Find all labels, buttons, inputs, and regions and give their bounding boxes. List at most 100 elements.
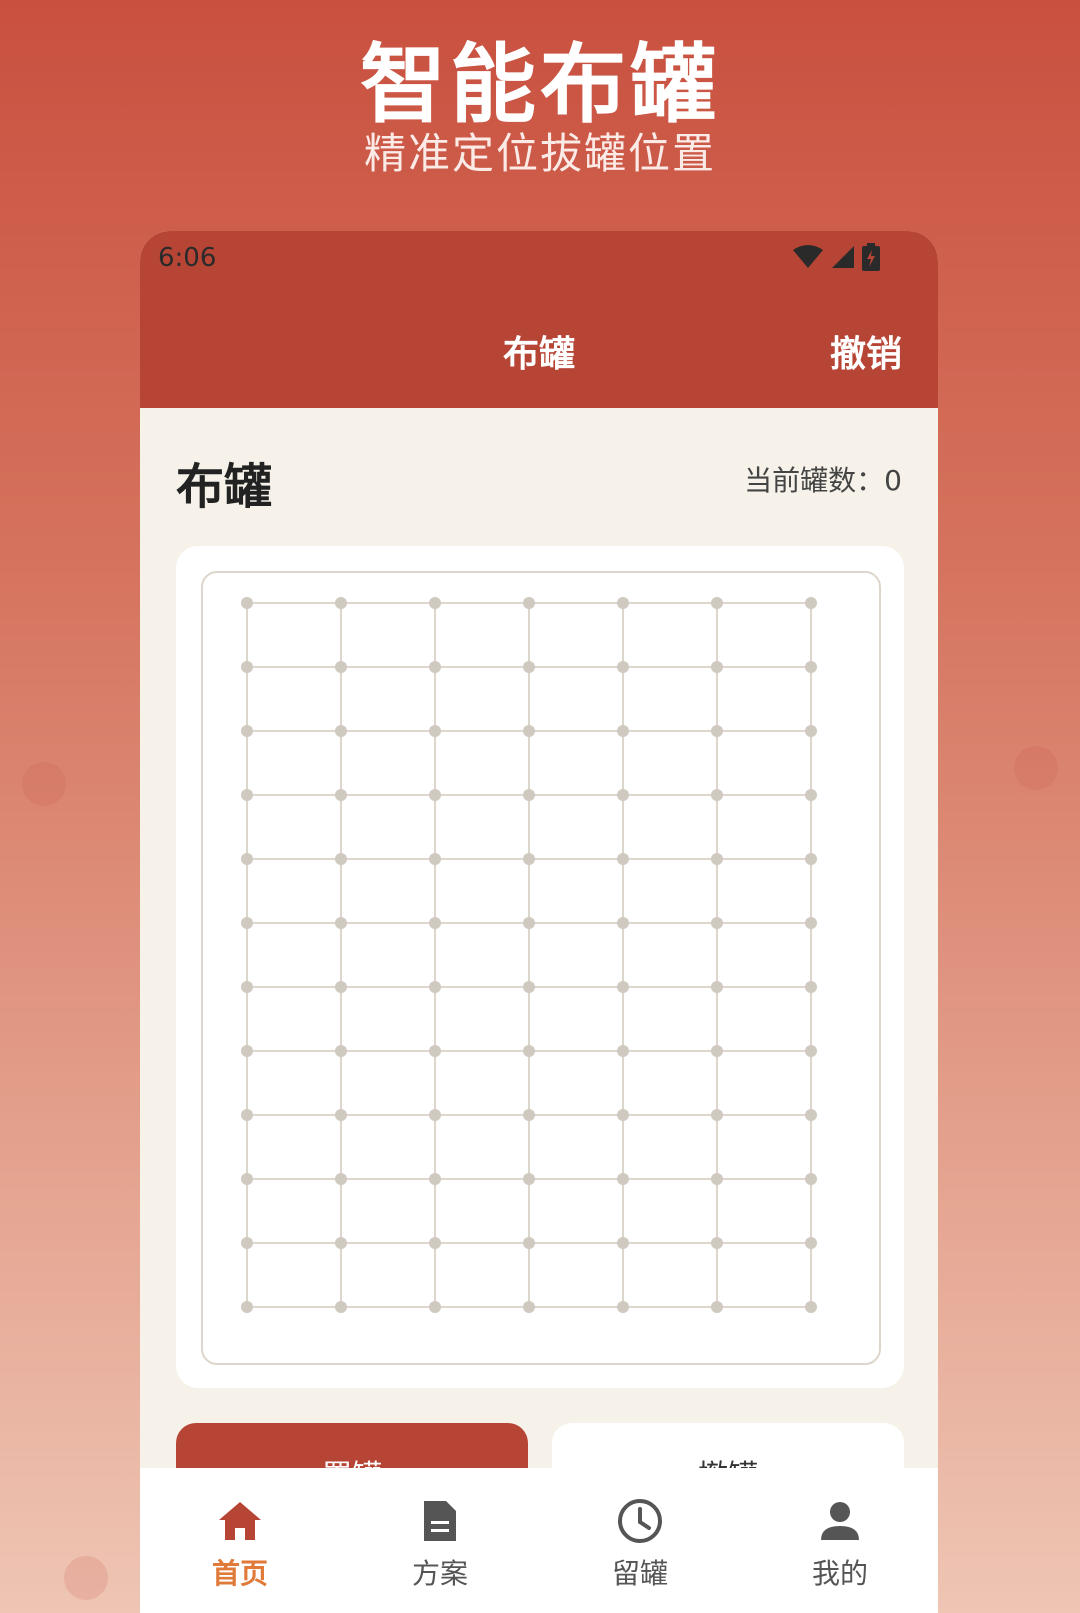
grid-point[interactable] xyxy=(429,661,441,673)
grid-point[interactable] xyxy=(617,1045,629,1057)
grid-point[interactable] xyxy=(335,981,347,993)
document-icon xyxy=(424,1501,456,1541)
grid-point[interactable] xyxy=(335,853,347,865)
grid-point[interactable] xyxy=(523,853,535,865)
grid-point[interactable] xyxy=(711,597,723,609)
grid-point[interactable] xyxy=(241,853,253,865)
grid-point[interactable] xyxy=(241,789,253,801)
grid-point[interactable] xyxy=(805,661,817,673)
grid-point[interactable] xyxy=(241,917,253,929)
grid-point[interactable] xyxy=(617,725,629,737)
grid-point[interactable] xyxy=(711,917,723,929)
grid-point[interactable] xyxy=(711,1237,723,1249)
grid-point[interactable] xyxy=(241,1109,253,1121)
grid-point[interactable] xyxy=(711,1173,723,1185)
grid-point[interactable] xyxy=(429,1301,441,1313)
grid-point[interactable] xyxy=(429,1237,441,1249)
grid-point[interactable] xyxy=(523,917,535,929)
grid-point[interactable] xyxy=(711,725,723,737)
grid-card xyxy=(176,546,904,1388)
grid-point[interactable] xyxy=(241,1173,253,1185)
grid-point[interactable] xyxy=(617,1109,629,1121)
grid-point[interactable] xyxy=(711,853,723,865)
tab-mine[interactable]: 我的 xyxy=(740,1494,938,1592)
grid-point[interactable] xyxy=(617,789,629,801)
grid-point[interactable] xyxy=(241,981,253,993)
grid-point[interactable] xyxy=(805,981,817,993)
grid-point[interactable] xyxy=(523,1045,535,1057)
decor-bubble xyxy=(1014,746,1058,790)
grid-point[interactable] xyxy=(523,597,535,609)
grid-point[interactable] xyxy=(429,725,441,737)
grid-point[interactable] xyxy=(711,661,723,673)
tab-retain[interactable]: 留罐 xyxy=(540,1494,740,1592)
grid-point[interactable] xyxy=(617,1173,629,1185)
grid-point[interactable] xyxy=(241,661,253,673)
grid-point[interactable] xyxy=(523,1173,535,1185)
grid-point[interactable] xyxy=(523,789,535,801)
grid-point[interactable] xyxy=(241,1237,253,1249)
grid-point[interactable] xyxy=(805,597,817,609)
grid-point[interactable] xyxy=(335,661,347,673)
grid-point[interactable] xyxy=(429,981,441,993)
grid-point[interactable] xyxy=(523,1109,535,1121)
grid-point[interactable] xyxy=(241,1301,253,1313)
app-bar: 6:06 布罐 撤销 xyxy=(140,231,938,408)
grid-point[interactable] xyxy=(617,853,629,865)
bottom-tab-bar: 首页 方案 留罐 我的 xyxy=(140,1468,938,1613)
undo-button[interactable]: 撤销 xyxy=(830,325,902,377)
grid-point[interactable] xyxy=(805,1109,817,1121)
grid-canvas[interactable] xyxy=(203,573,879,1363)
grid-point[interactable] xyxy=(617,661,629,673)
grid-point[interactable] xyxy=(335,1237,347,1249)
grid-point[interactable] xyxy=(523,1301,535,1313)
grid-point[interactable] xyxy=(711,789,723,801)
grid-point[interactable] xyxy=(241,1045,253,1057)
grid-point[interactable] xyxy=(335,1045,347,1057)
grid-point[interactable] xyxy=(711,1109,723,1121)
home-icon xyxy=(219,1502,261,1540)
grid-point[interactable] xyxy=(805,1045,817,1057)
grid-point[interactable] xyxy=(335,725,347,737)
tab-label: 我的 xyxy=(811,1557,868,1590)
grid-point[interactable] xyxy=(805,1237,817,1249)
grid-point[interactable] xyxy=(805,789,817,801)
grid-point[interactable] xyxy=(335,1109,347,1121)
grid-point[interactable] xyxy=(523,981,535,993)
grid-point[interactable] xyxy=(429,1173,441,1185)
grid-point[interactable] xyxy=(805,1173,817,1185)
grid-point[interactable] xyxy=(617,1237,629,1249)
grid-point[interactable] xyxy=(617,597,629,609)
grid-point[interactable] xyxy=(429,1109,441,1121)
grid-point[interactable] xyxy=(711,981,723,993)
grid-point[interactable] xyxy=(523,661,535,673)
tab-plan[interactable]: 方案 xyxy=(340,1494,540,1592)
placement-grid[interactable] xyxy=(201,571,881,1365)
grid-point[interactable] xyxy=(805,1301,817,1313)
grid-point[interactable] xyxy=(429,597,441,609)
battery-charging-icon xyxy=(862,243,880,271)
grid-point[interactable] xyxy=(429,853,441,865)
grid-point[interactable] xyxy=(711,1301,723,1313)
grid-point[interactable] xyxy=(335,1301,347,1313)
grid-point[interactable] xyxy=(617,1301,629,1313)
grid-point[interactable] xyxy=(335,789,347,801)
grid-point[interactable] xyxy=(523,725,535,737)
grid-point[interactable] xyxy=(523,1237,535,1249)
grid-point[interactable] xyxy=(241,597,253,609)
grid-point[interactable] xyxy=(805,725,817,737)
grid-point[interactable] xyxy=(429,789,441,801)
grid-point[interactable] xyxy=(335,597,347,609)
grid-point[interactable] xyxy=(617,917,629,929)
grid-point[interactable] xyxy=(335,917,347,929)
grid-point[interactable] xyxy=(429,1045,441,1057)
grid-point[interactable] xyxy=(617,981,629,993)
grid-point[interactable] xyxy=(805,853,817,865)
tab-label: 留罐 xyxy=(611,1557,668,1590)
grid-point[interactable] xyxy=(429,917,441,929)
tab-home[interactable]: 首页 xyxy=(140,1494,340,1592)
grid-point[interactable] xyxy=(805,917,817,929)
grid-point[interactable] xyxy=(241,725,253,737)
grid-point[interactable] xyxy=(711,1045,723,1057)
grid-point[interactable] xyxy=(335,1173,347,1185)
